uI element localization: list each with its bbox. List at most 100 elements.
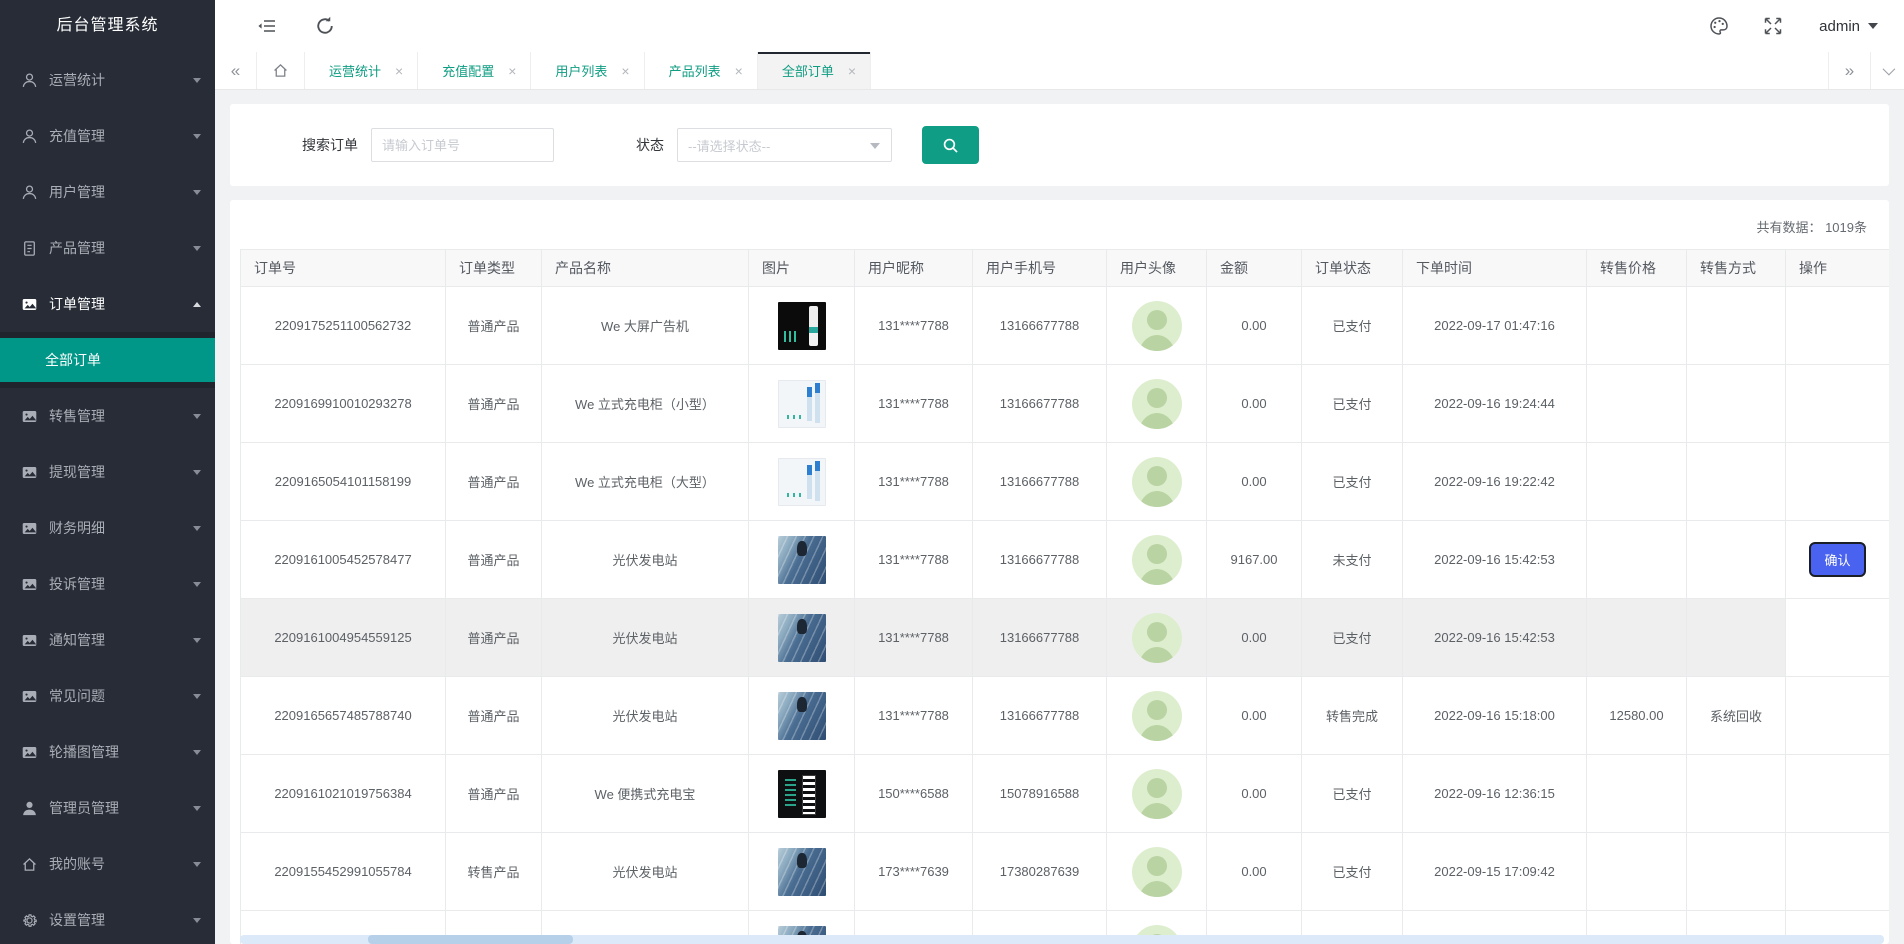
- cell-avatar: [1107, 677, 1207, 755]
- cell-resale_type: [1687, 521, 1786, 599]
- tab-all-orders[interactable]: 全部订单 ×: [758, 52, 871, 89]
- chevron-down-icon: [1868, 23, 1878, 29]
- cell-phone: 13166677788: [973, 365, 1107, 443]
- tab-label: 用户列表: [555, 61, 607, 80]
- scrollbar-thumb[interactable]: [368, 935, 573, 944]
- cell-order_no: 2209161021019756384: [241, 755, 446, 833]
- cell-nickname: 131****7788: [855, 521, 973, 599]
- status-select[interactable]: --请选择状态--: [677, 128, 892, 162]
- cell-order_no: 2209165657485788740: [241, 677, 446, 755]
- col-header-status: 订单状态: [1302, 250, 1403, 287]
- sidebar-item-resale-mgmt[interactable]: 转售管理: [0, 388, 215, 444]
- tab-operation-stats[interactable]: 运营统计 ×: [305, 52, 418, 89]
- cell-order_type: 普通产品: [446, 365, 542, 443]
- tabs-scroll-right-button[interactable]: »: [1828, 52, 1870, 89]
- sidebar-item-withdraw-mgmt[interactable]: 提现管理: [0, 444, 215, 500]
- pic-icon: [21, 632, 38, 649]
- chevron-up-icon: [193, 302, 201, 307]
- tab-label: 全部订单: [782, 61, 834, 80]
- pic-icon: [21, 464, 38, 481]
- sidebar-item-finance-detail[interactable]: 财务明细: [0, 500, 215, 556]
- cell-time: 2022-09-16 19:24:44: [1403, 365, 1587, 443]
- cell-status: 未支付: [1302, 521, 1403, 599]
- sidebar-item-faq[interactable]: 常见问题: [0, 668, 215, 724]
- cell-resale_price: [1587, 599, 1687, 677]
- sidebar-item-label: 转售管理: [49, 406, 193, 426]
- cell-status: 已支付: [1302, 365, 1403, 443]
- sidebar-item-notice-mgmt[interactable]: 通知管理: [0, 612, 215, 668]
- cell-time: 2022-09-16 19:22:42: [1403, 443, 1587, 521]
- avatar-body: [1138, 569, 1176, 585]
- close-icon[interactable]: ×: [395, 63, 403, 79]
- fullscreen-icon[interactable]: [1763, 16, 1783, 36]
- cell-action: [1786, 365, 1890, 443]
- tabbar: « 运营统计×充值配置×用户列表×产品列表×全部订单× »: [215, 52, 1904, 90]
- tab-label: 运营统计: [329, 61, 381, 80]
- product-image: [778, 458, 826, 506]
- close-icon[interactable]: ×: [735, 63, 743, 79]
- cell-action: [1786, 677, 1890, 755]
- sidebar-item-label: 财务明细: [49, 518, 193, 538]
- tab-recharge-config[interactable]: 充值配置×: [418, 52, 531, 89]
- tabs-scroll-left-button[interactable]: «: [215, 52, 257, 89]
- pic-icon: [21, 744, 38, 761]
- user-avatar: [1132, 301, 1182, 351]
- refresh-icon[interactable]: [315, 16, 335, 36]
- tabs-menu-button[interactable]: [1870, 52, 1904, 89]
- cell-avatar: [1107, 365, 1207, 443]
- sidebar-item-banner-mgmt[interactable]: 轮播图管理: [0, 724, 215, 780]
- sidebar-item-operation-stats[interactable]: 运营统计: [0, 52, 215, 108]
- tab-product-list[interactable]: 产品列表×: [645, 52, 758, 89]
- cell-product_name: 光伏发电站: [542, 521, 749, 599]
- product-image: [778, 536, 826, 584]
- cell-resale_price: [1587, 287, 1687, 365]
- sidebar-item-order-mgmt[interactable]: 订单管理: [0, 276, 215, 332]
- home-icon: [21, 856, 38, 873]
- avatar-head: [1147, 778, 1167, 798]
- home-icon: [272, 62, 289, 79]
- cell-image: [749, 599, 855, 677]
- cell-time: 2022-09-15 17:09:42: [1403, 833, 1587, 911]
- search-button[interactable]: [922, 126, 979, 164]
- product-image: [778, 614, 826, 662]
- sidebar-item-my-account[interactable]: 我的账号: [0, 836, 215, 892]
- cell-time: 2022-09-16 12:36:15: [1403, 755, 1587, 833]
- product-image: [778, 692, 826, 740]
- close-icon[interactable]: ×: [508, 63, 516, 79]
- avatar-body: [1138, 413, 1176, 429]
- confirm-button[interactable]: 确认: [1809, 542, 1865, 577]
- col-header-amount: 金额: [1207, 250, 1302, 287]
- cell-image: [749, 443, 855, 521]
- close-icon[interactable]: ×: [621, 63, 629, 79]
- chevron-down-icon: [193, 582, 201, 587]
- sidebar-item-recharge-mgmt[interactable]: 充值管理: [0, 108, 215, 164]
- cell-order_type: 普通产品: [446, 755, 542, 833]
- product-image: [778, 380, 826, 428]
- sidebar-item-complaint-mgmt[interactable]: 投诉管理: [0, 556, 215, 612]
- cell-image: [749, 365, 855, 443]
- sidebar-item-product-mgmt[interactable]: 产品管理: [0, 220, 215, 276]
- tab-user-list[interactable]: 用户列表 ×: [531, 52, 644, 89]
- collapse-menu-icon[interactable]: [257, 16, 277, 36]
- horizontal-scrollbar[interactable]: [240, 935, 1884, 944]
- sidebar-item-settings-mgmt[interactable]: 设置管理: [0, 892, 215, 944]
- cell-phone: 13166677788: [973, 599, 1107, 677]
- app-title: 后台管理系统: [0, 0, 215, 52]
- avatar-head: [1147, 466, 1167, 486]
- table-row: 2209161021019756384普通产品We 便携式充电宝150****6…: [241, 755, 1890, 833]
- cell-phone: 13166677788: [973, 287, 1107, 365]
- user-dropdown[interactable]: admin: [1819, 18, 1878, 35]
- close-icon[interactable]: ×: [848, 63, 856, 79]
- sidebar-item-user-mgmt[interactable]: 用户管理: [0, 164, 215, 220]
- sidebar-item-admin-mgmt[interactable]: 管理员管理: [0, 780, 215, 836]
- cell-amount: 0.00: [1207, 287, 1302, 365]
- table-row: 2209169910010293278普通产品We 立式充电柜（小型）131**…: [241, 365, 1890, 443]
- home-tab[interactable]: [257, 52, 305, 89]
- sidebar-subitem-all-orders[interactable]: 全部订单: [0, 338, 215, 382]
- order-number-input[interactable]: [371, 128, 554, 162]
- user-avatar: [1132, 691, 1182, 741]
- cell-order_type: 普通产品: [446, 677, 542, 755]
- col-header-resale_price: 转售价格: [1587, 250, 1687, 287]
- theme-palette-icon[interactable]: [1709, 16, 1729, 36]
- avatar-head: [1147, 310, 1167, 330]
